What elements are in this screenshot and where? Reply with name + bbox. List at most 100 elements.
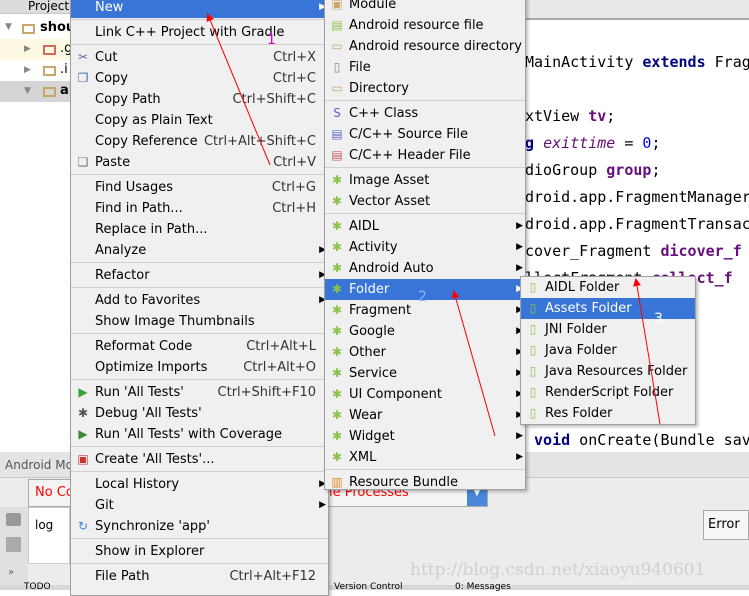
menu-item-copy-as-plain-text[interactable]: Copy as Plain Text (71, 110, 328, 131)
menu-item-android-resource-file[interactable]: ▤ Android resource file (325, 15, 525, 36)
debug-icon: ✱ (77, 406, 89, 420)
android-icon: ✱ (331, 194, 343, 208)
menu-item-find-in-path[interactable]: Find in Path... Ctrl+H (71, 198, 328, 219)
menu-item-fragment[interactable]: ✱Fragment▶ (325, 300, 525, 321)
tree-item[interactable]: ▶ .g (0, 39, 72, 60)
menu-item-show-image-thumbnails[interactable]: Show Image Thumbnails (71, 311, 328, 332)
menu-item-paste[interactable]: ❏ Paste Ctrl+V (71, 152, 328, 173)
menu-item-c-class[interactable]: S C++ Class (325, 103, 525, 124)
menu-item-resource-bundle[interactable]: ▥ Resource Bundle (325, 472, 525, 493)
expand-icon[interactable]: ▼ (24, 86, 31, 96)
menu-item-run-all-tests[interactable]: ▶ Run 'All Tests' Ctrl+Shift+F10 (71, 382, 328, 403)
menu-item-renderscript-folder[interactable]: ▯ RenderScript Folder (521, 382, 695, 403)
messages-tab[interactable]: 0: Messages (455, 582, 511, 592)
menu-item-assets-folder[interactable]: ▯ Assets Folder (521, 298, 695, 319)
menu-item-replace-in-path[interactable]: Replace in Path... (71, 219, 328, 240)
menu-item-directory[interactable]: ▭ Directory (325, 78, 525, 99)
code-line[interactable]: cover_Fragment dicover_f (525, 240, 742, 262)
tree-item[interactable]: ▼ a (0, 81, 70, 102)
menu-item-java-resources-folder[interactable]: ▯ Java Resources Folder (521, 361, 695, 382)
menu-item-image-asset[interactable]: ✱ Image Asset (325, 170, 525, 191)
version-control-tab[interactable]: Version Control (334, 582, 403, 592)
menu-item-reformat-code[interactable]: Reformat Code Ctrl+Alt+L (71, 336, 328, 357)
code-line[interactable]: xtView tv; (525, 105, 615, 127)
menu-item-xml[interactable]: ✱ XML ▶ (325, 447, 525, 468)
menu-item-ui-component[interactable]: ✱UI Component▶ (325, 384, 525, 405)
project-tree[interactable]: ▼ shou ▶ .g ▶ .i ▼ a (0, 14, 75, 444)
menu-item-copy[interactable]: ❐ Copy Ctrl+C (71, 68, 328, 89)
menu-item-new[interactable]: New ▶ (71, 0, 328, 18)
menu-item-vector-asset[interactable]: ✱ Vector Asset (325, 191, 525, 212)
menu-separator (71, 174, 328, 175)
menu-item-android-auto[interactable]: ✱ Android Auto ▶ (325, 258, 525, 279)
logcat-tab[interactable]: log (28, 507, 70, 564)
menu-item-file[interactable]: ▯ File (325, 57, 525, 78)
todo-tab[interactable]: TODO (24, 582, 51, 592)
code-line[interactable]: droid.app.FragmentTransac (525, 213, 749, 235)
menu-item-show-in-explorer[interactable]: Show in Explorer (71, 541, 328, 562)
menu-item-cut[interactable]: ✂ Cut Ctrl+X (71, 47, 328, 68)
tree-item[interactable]: ▶ .i (0, 60, 70, 81)
menu-item-synchronize-app[interactable]: ↻ Synchronize 'app' (71, 516, 328, 537)
menu-item-aidl[interactable]: ✱ AIDL ▶ (325, 216, 525, 237)
code-line[interactable]: droid.app.FragmentManager (525, 186, 749, 208)
menu-item-run-all-tests-with-coverage[interactable]: ▶ Run 'All Tests' with Coverage (71, 424, 328, 445)
code-token: g (525, 134, 544, 152)
menu-item-debug-all-tests[interactable]: ✱ Debug 'All Tests' (71, 403, 328, 424)
code-token: = (615, 134, 643, 152)
code-line[interactable]: void onCreate(Bundle sav (525, 429, 749, 451)
menu-item-add-to-favorites[interactable]: Add to Favorites ▶ (71, 290, 328, 311)
menu-item-jni-folder[interactable]: ▯ JNI Folder (521, 319, 695, 340)
more-icon[interactable]: » (8, 567, 14, 578)
folder-icon (43, 45, 56, 55)
menu-item-android-resource-directory[interactable]: ▭ Android resource directory (325, 36, 525, 57)
menu-item-c-c-source-file[interactable]: ▤ C/C++ Source File (325, 124, 525, 145)
menu-item-create-all-tests[interactable]: ▣ Create 'All Tests'... (71, 449, 328, 470)
menu-item-other[interactable]: ✱Other▶ (325, 342, 525, 363)
log-level-dropdown[interactable]: Error (703, 510, 749, 540)
camera-icon[interactable] (6, 513, 21, 526)
play-icon[interactable] (6, 537, 21, 552)
menu-item-folder[interactable]: ✱Folder▶ (325, 279, 525, 300)
tree-root[interactable]: ▼ shou (0, 18, 75, 39)
code-line[interactable]: g exittime = 0; (525, 132, 660, 154)
new-submenu: ▣ Module ▤ Android resource file ▭ Android re… (324, 0, 526, 490)
folder-icon: ▭ (331, 39, 343, 53)
menu-item-widget[interactable]: ✱ Widget ▶ (325, 426, 525, 447)
menu-item-label: RenderScript Folder (545, 385, 674, 400)
android-icon: ✱ (331, 219, 343, 233)
collapse-icon[interactable]: ▶ (24, 65, 31, 75)
logcat-label: log (35, 518, 54, 532)
project-tool-window-header[interactable]: Project (0, 0, 70, 14)
menu-item-service[interactable]: ✱Service▶ (325, 363, 525, 384)
code-token: void (525, 431, 571, 449)
menu-item-file-path[interactable]: File Path Ctrl+Alt+F12 (71, 566, 328, 587)
menu-item-label: AIDL Folder (545, 280, 620, 295)
menu-item-activity[interactable]: ✱ Activity ▶ (325, 237, 525, 258)
watermark: http://blog.csdn.net/xiaoyu940601 (410, 560, 706, 580)
menu-item-module[interactable]: ▣ Module (325, 0, 525, 15)
menu-item-git[interactable]: Git ▶ (71, 495, 328, 516)
menu-item-aidl-folder[interactable]: ▯ AIDL Folder (521, 277, 695, 298)
menu-item-c-c-header-file[interactable]: ▤ C/C++ Header File (325, 145, 525, 166)
collapse-icon[interactable]: ▶ (24, 44, 31, 54)
menu-item-java-folder[interactable]: ▯ Java Folder (521, 340, 695, 361)
code-line[interactable]: MainActivity extends Frag (525, 51, 749, 73)
menu-item-refactor[interactable]: Refactor ▶ (71, 265, 328, 286)
menu-item-label: Vector Asset (349, 194, 431, 209)
menu-item-find-usages[interactable]: Find Usages Ctrl+G (71, 177, 328, 198)
menu-item-copy-reference[interactable]: Copy Reference Ctrl+Alt+Shift+C (71, 131, 328, 152)
menu-item-optimize-imports[interactable]: Optimize Imports Ctrl+Alt+O (71, 357, 328, 378)
menu-item-analyze[interactable]: Analyze ▶ (71, 240, 328, 261)
menu-item-google[interactable]: ✱Google▶ (325, 321, 525, 342)
code-token: exittime (543, 134, 616, 152)
menu-item-link-c-project-with-gradle[interactable]: Link C++ Project with Gradle (71, 22, 328, 43)
code-line[interactable]: dioGroup group; (525, 159, 660, 181)
menu-item-local-history[interactable]: Local History ▶ (71, 474, 328, 495)
menu-item-copy-path[interactable]: Copy Path Ctrl+Shift+C (71, 89, 328, 110)
submenu-arrow-icon: ▶ (516, 221, 523, 231)
android-monitor-title[interactable]: Android Mo (5, 458, 73, 472)
menu-item-wear[interactable]: ✱Wear▶ (325, 405, 525, 426)
expand-icon[interactable]: ▼ (5, 22, 12, 32)
menu-item-res-folder[interactable]: ▯ Res Folder (521, 403, 695, 424)
